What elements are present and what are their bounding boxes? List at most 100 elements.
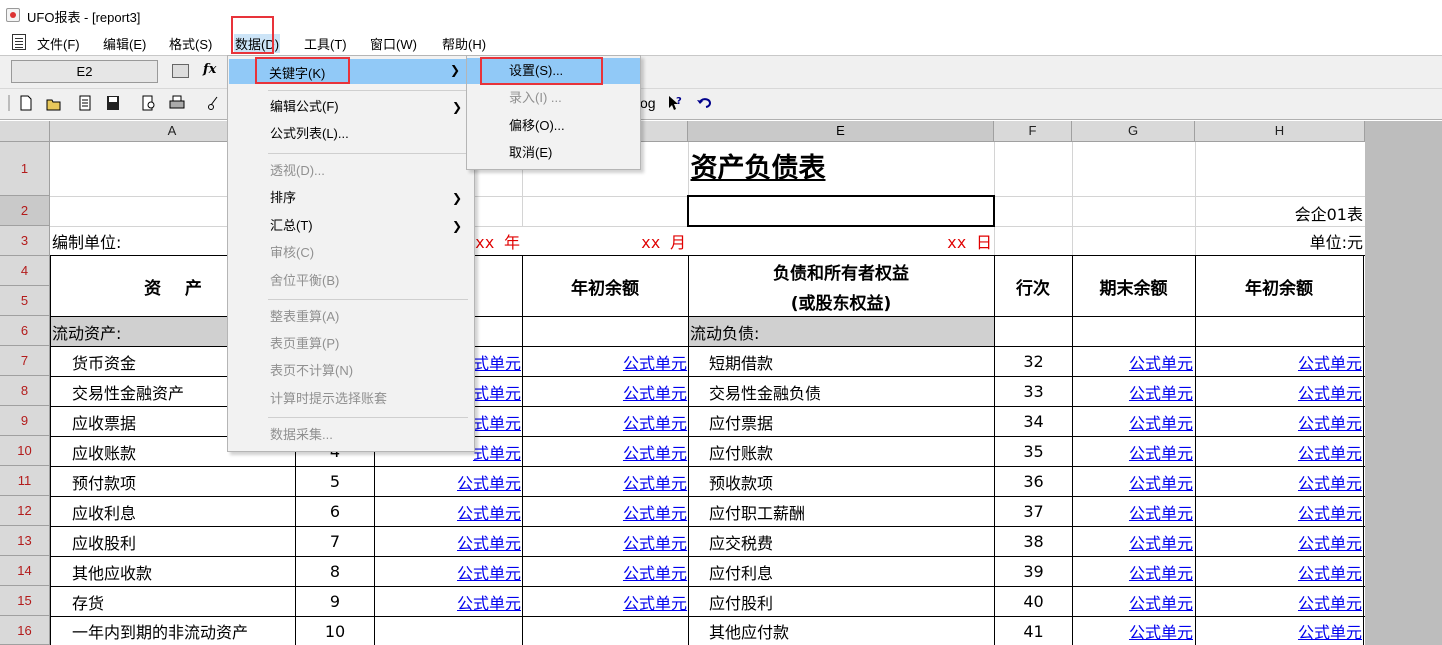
- liability-name[interactable]: 交易性金融负债: [709, 377, 993, 406]
- row-header-8[interactable]: 8: [0, 376, 50, 406]
- row-header-1[interactable]: 1: [0, 142, 50, 196]
- selected-cell-E2[interactable]: [687, 195, 995, 227]
- liability-name[interactable]: 应付账款: [709, 437, 993, 466]
- liability-end-formula[interactable]: 公式单元: [1073, 557, 1193, 586]
- current-liab-label[interactable]: 流动负债:: [690, 317, 990, 346]
- print-preview-icon[interactable]: [141, 94, 157, 112]
- row-header-5[interactable]: 5: [0, 286, 50, 316]
- liability-end-formula[interactable]: 公式单元: [1073, 527, 1193, 556]
- menu-item-rounding[interactable]: 舍位平衡(B): [228, 268, 474, 294]
- menu-item-summary[interactable]: 汇总(T) ❯: [228, 213, 474, 239]
- open-icon[interactable]: [46, 94, 62, 112]
- row-header-4[interactable]: 4: [0, 256, 50, 286]
- asset-begin-formula[interactable]: 公式单元: [523, 497, 687, 526]
- print-icon[interactable]: [169, 94, 185, 112]
- liability-line-no[interactable]: 41: [995, 617, 1072, 645]
- liability-begin-formula[interactable]: 公式单元: [1196, 557, 1362, 586]
- menu-edit[interactable]: 编辑(E): [103, 34, 146, 53]
- asset-name[interactable]: 存货: [72, 587, 294, 616]
- select-all-corner[interactable]: [0, 121, 50, 142]
- submenu-item-input[interactable]: 录入(I) ...: [467, 85, 640, 111]
- liability-begin-formula[interactable]: 公式单元: [1196, 527, 1362, 556]
- liability-end-formula[interactable]: 公式单元: [1073, 377, 1193, 406]
- menu-item-pivot[interactable]: 透视(D)...: [228, 158, 474, 184]
- row-header-2[interactable]: 2: [0, 196, 50, 226]
- asset-end-formula[interactable]: 公式单元: [375, 587, 521, 616]
- liability-name[interactable]: 其他应付款: [709, 617, 993, 645]
- asset-name[interactable]: 其他应收款: [72, 557, 294, 586]
- header-begin-balance[interactable]: 年初余额: [522, 256, 688, 316]
- submenu-item-cancel[interactable]: 取消(E): [467, 140, 640, 166]
- cell-reference-box[interactable]: E2: [11, 60, 158, 83]
- menu-item-recalc-page[interactable]: 表页重算(P): [228, 331, 474, 357]
- asset-end-formula[interactable]: 公式单元: [375, 467, 521, 496]
- row-header-9[interactable]: 9: [0, 406, 50, 436]
- liability-name[interactable]: 应付票据: [709, 407, 993, 436]
- liability-end-formula[interactable]: 公式单元: [1073, 347, 1193, 376]
- help-pointer-icon[interactable]: ?: [667, 94, 683, 112]
- asset-name[interactable]: 应收股利: [72, 527, 294, 556]
- asset-name[interactable]: 应收利息: [72, 497, 294, 526]
- menu-item-edit-formula[interactable]: 编辑公式(F) ❯: [228, 94, 474, 120]
- liability-line-no[interactable]: 32: [995, 347, 1072, 376]
- asset-line-no[interactable]: 5: [296, 467, 374, 496]
- menu-file[interactable]: 文件(F): [37, 34, 80, 53]
- asset-begin-formula[interactable]: 公式单元: [523, 347, 687, 376]
- asset-name[interactable]: 预付款项: [72, 467, 294, 496]
- header-line-no[interactable]: 行次: [994, 256, 1072, 316]
- row-header-12[interactable]: 12: [0, 496, 50, 526]
- document-icon[interactable]: [12, 34, 26, 50]
- liability-begin-formula[interactable]: 公式单元: [1196, 407, 1362, 436]
- asset-end-formula[interactable]: 公式单元: [375, 497, 521, 526]
- col-header-H[interactable]: H: [1195, 121, 1365, 142]
- liability-begin-formula[interactable]: 公式单元: [1196, 377, 1362, 406]
- asset-begin-formula[interactable]: 公式单元: [523, 467, 687, 496]
- asset-begin-formula[interactable]: 公式单元: [523, 557, 687, 586]
- liability-line-no[interactable]: 40: [995, 587, 1072, 616]
- col-header-G[interactable]: G: [1072, 121, 1195, 142]
- header-begin-balance-2[interactable]: 年初余额: [1195, 256, 1363, 316]
- liability-name[interactable]: 应付职工薪酬: [709, 497, 993, 526]
- menu-item-data-collect[interactable]: 数据采集...: [228, 422, 474, 448]
- save-icon[interactable]: [105, 94, 121, 112]
- header-liab-line1[interactable]: 负债和所有者权益: [688, 256, 994, 286]
- menu-item-prompt-account[interactable]: 计算时提示选择账套: [228, 386, 474, 412]
- liability-line-no[interactable]: 37: [995, 497, 1072, 526]
- asset-begin-formula[interactable]: 公式单元: [523, 587, 687, 616]
- row-header-16[interactable]: 16: [0, 616, 50, 645]
- asset-begin-formula[interactable]: 公式单元: [523, 377, 687, 406]
- row-header-15[interactable]: 15: [0, 586, 50, 616]
- asset-line-no[interactable]: 10: [296, 617, 374, 645]
- menu-tools[interactable]: 工具(T): [304, 34, 347, 53]
- new-icon[interactable]: [18, 94, 34, 112]
- menu-item-formula-list[interactable]: 公式列表(L)...: [228, 121, 474, 147]
- submenu-item-offset[interactable]: 偏移(O)...: [467, 113, 640, 139]
- menu-item-sort[interactable]: 排序 ❯: [228, 185, 474, 211]
- liability-begin-formula[interactable]: 公式单元: [1196, 497, 1362, 526]
- menu-help[interactable]: 帮助(H): [442, 34, 486, 53]
- menu-item-no-calc[interactable]: 表页不计算(N): [228, 358, 474, 384]
- liability-begin-formula[interactable]: 公式单元: [1196, 347, 1362, 376]
- cut-icon[interactable]: [206, 94, 222, 112]
- liability-end-formula[interactable]: 公式单元: [1073, 497, 1193, 526]
- liability-end-formula[interactable]: 公式单元: [1073, 587, 1193, 616]
- menu-format[interactable]: 格式(S): [169, 34, 212, 53]
- month-field[interactable]: xx 月: [522, 227, 686, 255]
- currency-unit[interactable]: 单位:元: [1195, 227, 1363, 255]
- asset-line-no[interactable]: 9: [296, 587, 374, 616]
- liability-name[interactable]: 应付利息: [709, 557, 993, 586]
- undo-icon[interactable]: [696, 94, 712, 112]
- liability-end-formula[interactable]: 公式单元: [1073, 467, 1193, 496]
- liability-begin-formula[interactable]: 公式单元: [1196, 437, 1362, 466]
- asset-name[interactable]: 一年内到期的非流动资产: [72, 617, 294, 645]
- liability-line-no[interactable]: 36: [995, 467, 1072, 496]
- liability-name[interactable]: 应付股利: [709, 587, 993, 616]
- row-header-13[interactable]: 13: [0, 526, 50, 556]
- liability-line-no[interactable]: 39: [995, 557, 1072, 586]
- asset-begin-formula[interactable]: 公式单元: [523, 527, 687, 556]
- asset-line-no[interactable]: 7: [296, 527, 374, 556]
- fx-icon[interactable]: fx: [203, 62, 216, 77]
- calculator-icon[interactable]: [172, 64, 189, 78]
- row-header-10[interactable]: 10: [0, 436, 50, 466]
- liability-line-no[interactable]: 34: [995, 407, 1072, 436]
